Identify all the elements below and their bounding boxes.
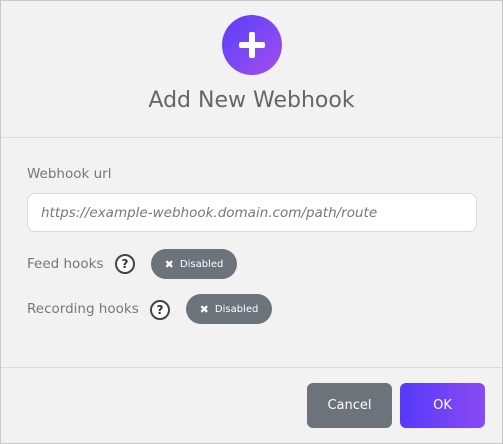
feed-hooks-help-icon[interactable]: ? xyxy=(115,254,135,274)
recording-hooks-help-icon[interactable]: ? xyxy=(150,300,170,320)
dialog-footer: Cancel OK xyxy=(1,367,502,443)
x-icon: ✖ xyxy=(164,257,174,271)
dialog-title: Add New Webhook xyxy=(148,88,355,113)
feed-hooks-toggle-label: Disabled xyxy=(179,258,224,270)
plus-icon xyxy=(222,15,282,75)
webhook-url-input[interactable] xyxy=(27,193,477,232)
dialog-body: Webhook url Feed hooks ? ✖ Disabled Reco… xyxy=(1,139,502,367)
recording-hooks-toggle[interactable]: ✖ Disabled xyxy=(186,294,272,324)
recording-hooks-toggle-label: Disabled xyxy=(214,303,259,315)
ok-button[interactable]: OK xyxy=(400,383,485,428)
recording-hooks-label: Recording hooks xyxy=(27,301,139,317)
webhook-url-label: Webhook url xyxy=(27,166,112,182)
feed-hooks-toggle[interactable]: ✖ Disabled xyxy=(151,249,237,279)
x-icon: ✖ xyxy=(199,302,209,316)
add-webhook-dialog: Add New Webhook Webhook url Feed hooks ?… xyxy=(0,0,503,444)
feed-hooks-label: Feed hooks xyxy=(27,256,104,272)
cancel-button[interactable]: Cancel xyxy=(307,383,392,428)
dialog-header: Add New Webhook xyxy=(1,1,502,138)
